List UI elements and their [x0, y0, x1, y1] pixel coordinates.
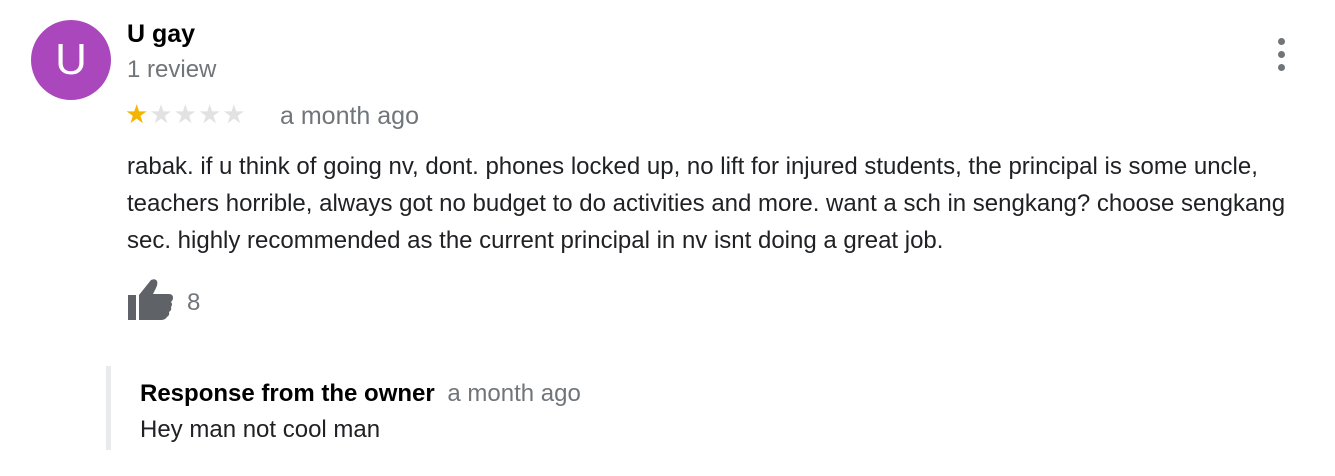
- star-rating: ★ ★ ★ ★ ★: [125, 99, 247, 129]
- review-date: a month ago: [280, 102, 419, 130]
- reviewer-name[interactable]: U gay: [127, 20, 195, 49]
- star-empty-icon: ★: [149, 99, 173, 129]
- like-button[interactable]: [125, 278, 175, 322]
- more-options-button[interactable]: [1266, 34, 1298, 74]
- owner-response-date: a month ago: [447, 380, 581, 407]
- star-empty-icon: ★: [197, 99, 222, 129]
- avatar-initial: U: [55, 35, 87, 84]
- like-count: 8: [187, 289, 201, 316]
- thumbs-up-icon: [128, 279, 173, 320]
- avatar[interactable]: U: [31, 20, 111, 100]
- star-empty-icon: ★: [222, 99, 246, 129]
- reviewer-review-count[interactable]: 1 review: [127, 56, 216, 84]
- owner-response-header: Response from the owner a month ago: [140, 380, 581, 408]
- owner-response: Response from the owner a month ago Hey …: [106, 366, 811, 450]
- star-empty-icon: ★: [173, 99, 197, 129]
- review-text: rabak. if u think of going nv, dont. pho…: [127, 153, 1286, 254]
- owner-response-text: Hey man not cool man: [140, 416, 381, 443]
- star-filled-icon: ★: [125, 99, 149, 129]
- owner-response-title: Response from the owner: [140, 380, 435, 407]
